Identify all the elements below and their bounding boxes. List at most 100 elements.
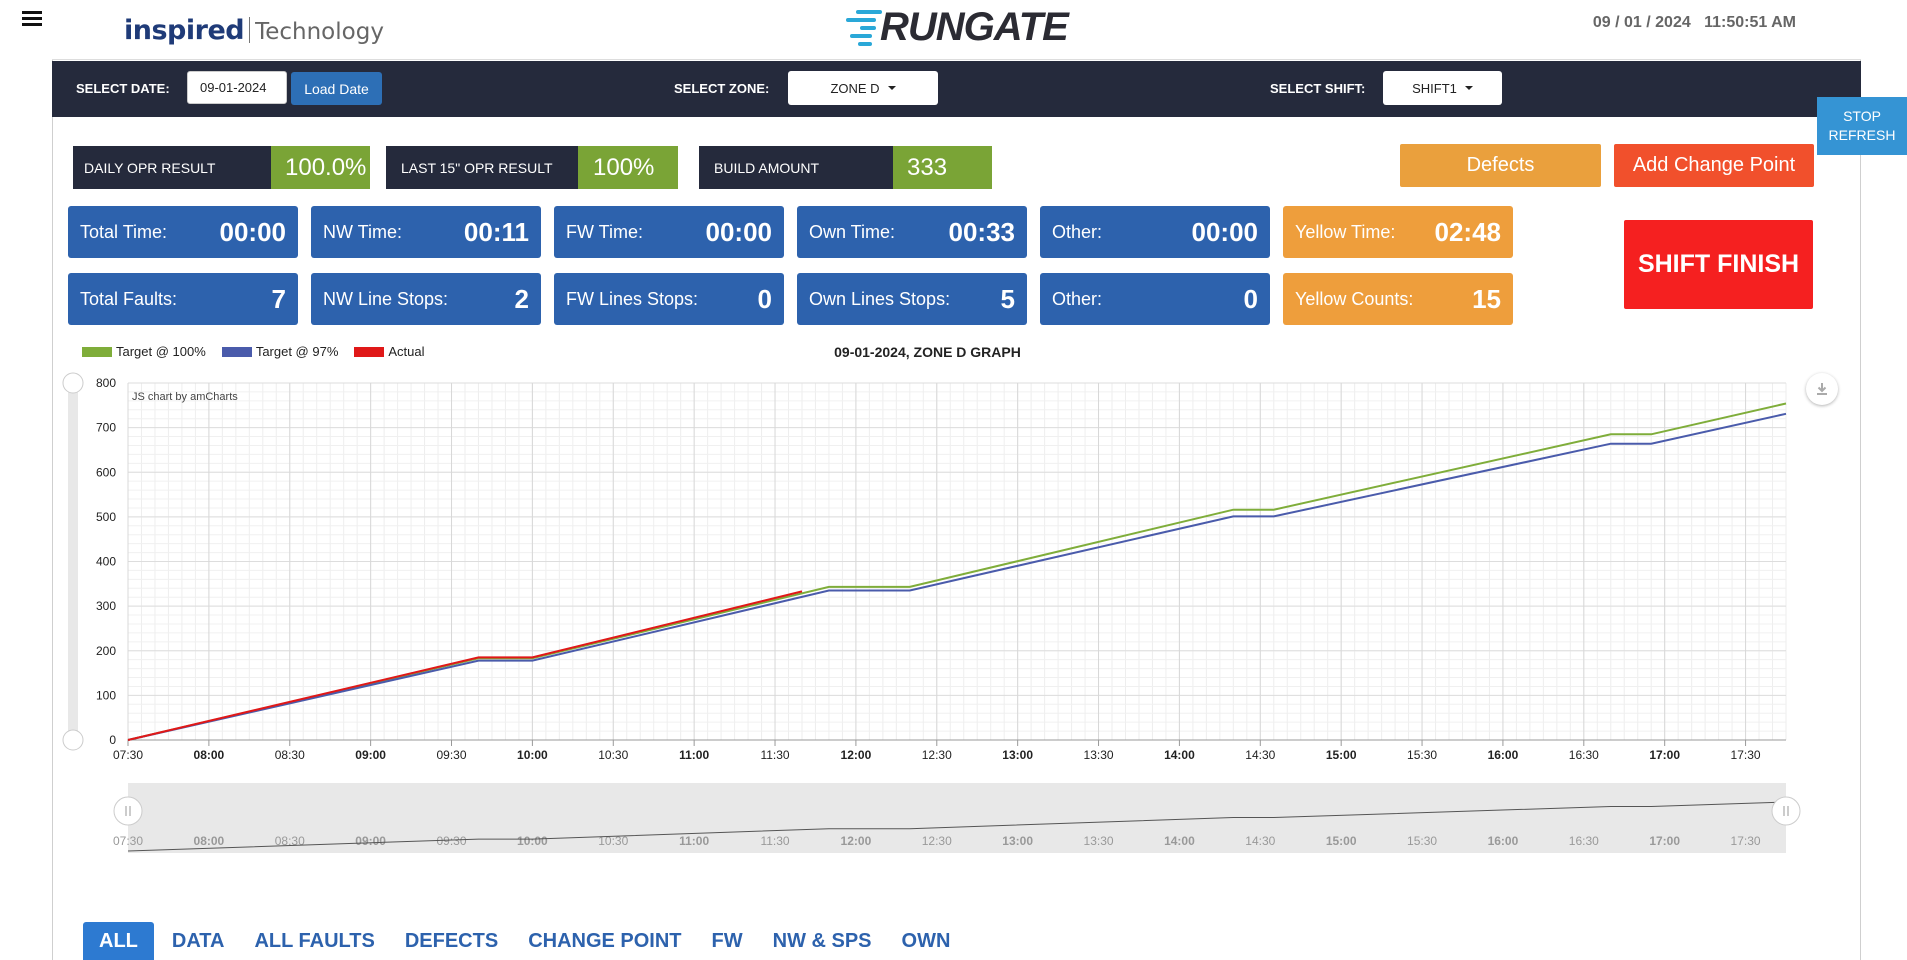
line-chart: 0 100 200 300 400 500 600 700 800 07:30 08:00 08:30… — [62, 372, 1801, 853]
nw-time-card: NW Time: 00:11 — [311, 206, 541, 258]
x-tick-label: 15:30 — [1407, 748, 1437, 762]
card-label: FW Lines Stops: — [566, 288, 699, 309]
fw-line-stops-card: FW Lines Stops: 0 — [554, 273, 784, 325]
x-tick-label: 13:00 — [1002, 748, 1033, 762]
card-label: Yellow Counts: — [1295, 288, 1414, 309]
caret-down-icon — [887, 86, 896, 90]
navigator-tick-label: 07:30 — [113, 834, 143, 848]
legend-label: Target @ 97% — [255, 344, 339, 359]
y-tick-label: 600 — [96, 465, 116, 479]
card-value: 00:00 — [219, 216, 287, 247]
navigator-handle-icon — [113, 796, 143, 826]
navigator-tick-label: 16:30 — [1569, 834, 1599, 848]
tab-all-faults[interactable]: ALL FAULTS — [242, 922, 386, 960]
result-label: BUILD AMOUNT — [699, 146, 893, 189]
brand-logo: inspired Technology — [124, 15, 384, 46]
download-icon[interactable] — [1806, 373, 1838, 405]
header-time: 11:50:51 AM — [1704, 14, 1796, 31]
legend-item-target-97[interactable]: Target @ 97% — [221, 344, 339, 359]
navigator-tick-label: 16:00 — [1488, 834, 1519, 848]
load-date-button[interactable]: Load Date — [291, 72, 382, 105]
tab-data[interactable]: DATA — [160, 922, 237, 960]
card-label: NW Time: — [323, 221, 402, 242]
bottom-tabs: ALL DATA ALL FAULTS DEFECTS CHANGE POINT… — [83, 922, 968, 960]
y-tick-label: 500 — [96, 510, 116, 524]
legend-swatch — [354, 346, 385, 357]
shift-dropdown[interactable]: SHIFT1 — [1383, 71, 1502, 105]
x-tick-label: 17:00 — [1649, 748, 1680, 762]
header: inspired Technology RUNGATE 09 / 01 / 202… — [52, 0, 1861, 60]
stop-refresh-button[interactable]: STOP REFRESH — [1817, 97, 1907, 155]
vertical-scrollbar-track — [68, 383, 78, 740]
yellow-counts-card: Yellow Counts: 15 — [1283, 273, 1513, 325]
date-input[interactable] — [187, 71, 287, 104]
card-value: 02:48 — [1434, 216, 1502, 247]
card-value: 00:11 — [463, 216, 529, 247]
daily-opr-result: DAILY OPR RESULT 100.0% — [73, 146, 370, 189]
card-label: Other: — [1052, 288, 1103, 309]
zone-dropdown[interactable]: ZONE D — [788, 71, 938, 105]
y-tick-label: 800 — [96, 376, 116, 390]
card-label: Total Time: — [80, 221, 168, 242]
header-datetime: 09 / 01 / 2024 11:50:51 AM — [1593, 14, 1796, 32]
tab-change-point[interactable]: CHANGE POINT — [516, 922, 693, 960]
result-label: LAST 15" OPR RESULT — [386, 146, 578, 189]
x-tick-label: 12:30 — [922, 748, 952, 762]
total-time-card: Total Time: 00:00 — [68, 206, 298, 258]
card-label: Total Faults: — [80, 288, 178, 309]
x-tick-label: 08:00 — [194, 748, 225, 762]
card-value: 5 — [1000, 283, 1015, 314]
header-date: 09 / 01 / 2024 — [1592, 14, 1691, 31]
hamburger-menu-icon[interactable] — [22, 11, 42, 27]
y-tick-label: 400 — [96, 555, 116, 569]
own-time-card: Own Time: 00:33 — [797, 206, 1027, 258]
card-label: Other: — [1052, 221, 1103, 242]
x-tick-label: 16:00 — [1488, 748, 1519, 762]
legend-swatch — [82, 346, 112, 357]
rungate-logo: RUNGATE — [842, 4, 1069, 50]
navigator-tick-label: 11:00 — [679, 834, 709, 848]
x-tick-label: 13:30 — [1084, 748, 1114, 762]
caret-down-icon — [1464, 86, 1473, 90]
y-tick-label: 200 — [96, 644, 116, 658]
result-value: 333 — [893, 146, 992, 189]
card-label: Yellow Time: — [1295, 221, 1396, 242]
other-time-card: Other: 00:00 — [1040, 206, 1270, 258]
shift-value: SHIFT1 — [1412, 80, 1457, 96]
x-tick-label: 07:30 — [113, 748, 143, 762]
navigator-tick-label: 15:30 — [1407, 834, 1437, 848]
fw-time-card: FW Time: 00:00 — [554, 206, 784, 258]
y-tick-label: 0 — [109, 733, 116, 747]
navigator-tick-label: 14:30 — [1245, 834, 1275, 848]
card-value: 00:00 — [705, 216, 773, 247]
card-label: Own Lines Stops: — [809, 288, 951, 309]
card-label: Own Time: — [809, 221, 896, 242]
select-shift-label: SELECT SHIFT: — [1270, 81, 1366, 96]
x-tick-label: 12:00 — [841, 748, 872, 762]
legend-item-actual[interactable]: Actual — [354, 344, 425, 359]
legend-label: Actual — [388, 344, 425, 359]
legend-item-target-100[interactable]: Target @ 100% — [82, 344, 206, 359]
tab-nw-sps[interactable]: NW & SPS — [761, 922, 884, 960]
series-line-1 — [127, 412, 1787, 741]
navigator-tick-label: 17:00 — [1649, 834, 1680, 848]
tab-own[interactable]: OWN — [890, 922, 963, 960]
selection-bar: SELECT DATE: Load Date SELECT ZONE: ZONE… — [52, 61, 1861, 117]
result-value: 100% — [578, 146, 678, 189]
navigator-tick-label: 13:00 — [1002, 834, 1033, 848]
defects-button[interactable]: Defects — [1400, 144, 1601, 187]
card-value: 00:33 — [948, 216, 1016, 247]
x-tick-label: 11:30 — [760, 748, 789, 762]
navigator-tick-label: 09:00 — [355, 834, 386, 848]
brand-secondary: Technology — [255, 19, 384, 45]
tab-all[interactable]: ALL — [83, 922, 154, 960]
graph-title: 09-01-2024, ZONE D GRAPH — [834, 344, 1021, 360]
add-change-point-button[interactable]: Add Change Point — [1614, 144, 1814, 187]
card-value: 15 — [1472, 283, 1501, 314]
shift-finish-button[interactable]: SHIFT FINISH — [1624, 220, 1813, 309]
tab-fw[interactable]: FW — [700, 922, 755, 960]
tab-defects[interactable]: DEFECTS — [393, 922, 510, 960]
card-label: FW Time: — [566, 221, 643, 242]
y-tick-label: 700 — [96, 421, 116, 435]
card-value: 2 — [514, 283, 529, 314]
